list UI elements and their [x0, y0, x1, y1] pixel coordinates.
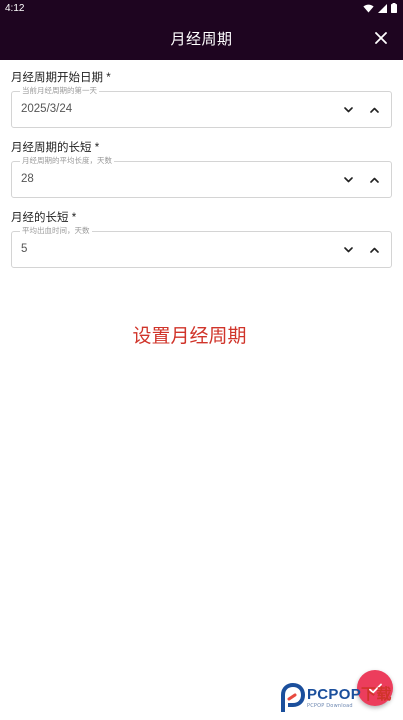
- wifi-icon: [363, 4, 374, 13]
- chevron-down-icon: [343, 177, 353, 183]
- field-label: 月经周期开始日期 *: [11, 72, 111, 84]
- chevron-up-icon: [369, 177, 379, 183]
- stepper-down-button[interactable]: [339, 101, 357, 119]
- close-button[interactable]: [369, 26, 393, 50]
- field-label: 月经的长短 *: [11, 212, 77, 224]
- stepper-up-button[interactable]: [365, 101, 383, 119]
- stepper-up-button[interactable]: [365, 241, 383, 259]
- battery-icon: [391, 3, 397, 13]
- field-hint: 月经周期的平均长度，天数: [20, 156, 114, 166]
- period-start-date-field: 月经周期开始日期 * 当前月经周期的第一天: [11, 70, 392, 128]
- chevron-up-icon: [369, 107, 379, 113]
- period-length-field: 月经的长短 * 平均出血时间，天数: [11, 210, 392, 268]
- field-hint: 平均出血时间，天数: [20, 226, 92, 236]
- cycle-length-field: 月经周期的长短 * 月经周期的平均长度，天数: [11, 140, 392, 198]
- center-title: 设置月经周期: [132, 325, 247, 347]
- period-length-box: 平均出血时间，天数: [11, 226, 392, 268]
- cycle-length-input[interactable]: [21, 173, 311, 185]
- stepper-down-button[interactable]: [339, 241, 357, 259]
- cycle-length-box: 月经周期的平均长度，天数: [11, 156, 392, 198]
- period-start-date-input[interactable]: [21, 103, 311, 115]
- app-bar: 月经周期: [0, 16, 403, 60]
- period-length-input[interactable]: [21, 243, 311, 255]
- watermark-logo-icon: [281, 683, 305, 712]
- page-title: 月经周期: [170, 29, 233, 48]
- field-hint: 当前月经周期的第一天: [20, 86, 99, 96]
- status-time: 4:12: [5, 2, 25, 14]
- chevron-up-icon: [369, 247, 379, 253]
- watermark-subtitle: PCPOP Download: [307, 703, 353, 709]
- close-icon: [375, 32, 387, 44]
- signal-icon: [378, 3, 387, 13]
- status-icons: [363, 3, 397, 13]
- chevron-down-icon: [343, 247, 353, 253]
- watermark-text: PCPOP下载 PCPOP Download: [307, 686, 392, 710]
- stepper-down-button[interactable]: [339, 171, 357, 189]
- chevron-down-icon: [343, 107, 353, 113]
- status-bar: 4:12: [0, 0, 403, 16]
- watermark-brand: PCPOP下载: [307, 686, 392, 703]
- field-label: 月经周期的长短 *: [11, 142, 100, 154]
- period-start-date-box: 当前月经周期的第一天: [11, 86, 392, 128]
- watermark: PCPOP下载 PCPOP Download: [279, 682, 403, 714]
- stepper-up-button[interactable]: [365, 171, 383, 189]
